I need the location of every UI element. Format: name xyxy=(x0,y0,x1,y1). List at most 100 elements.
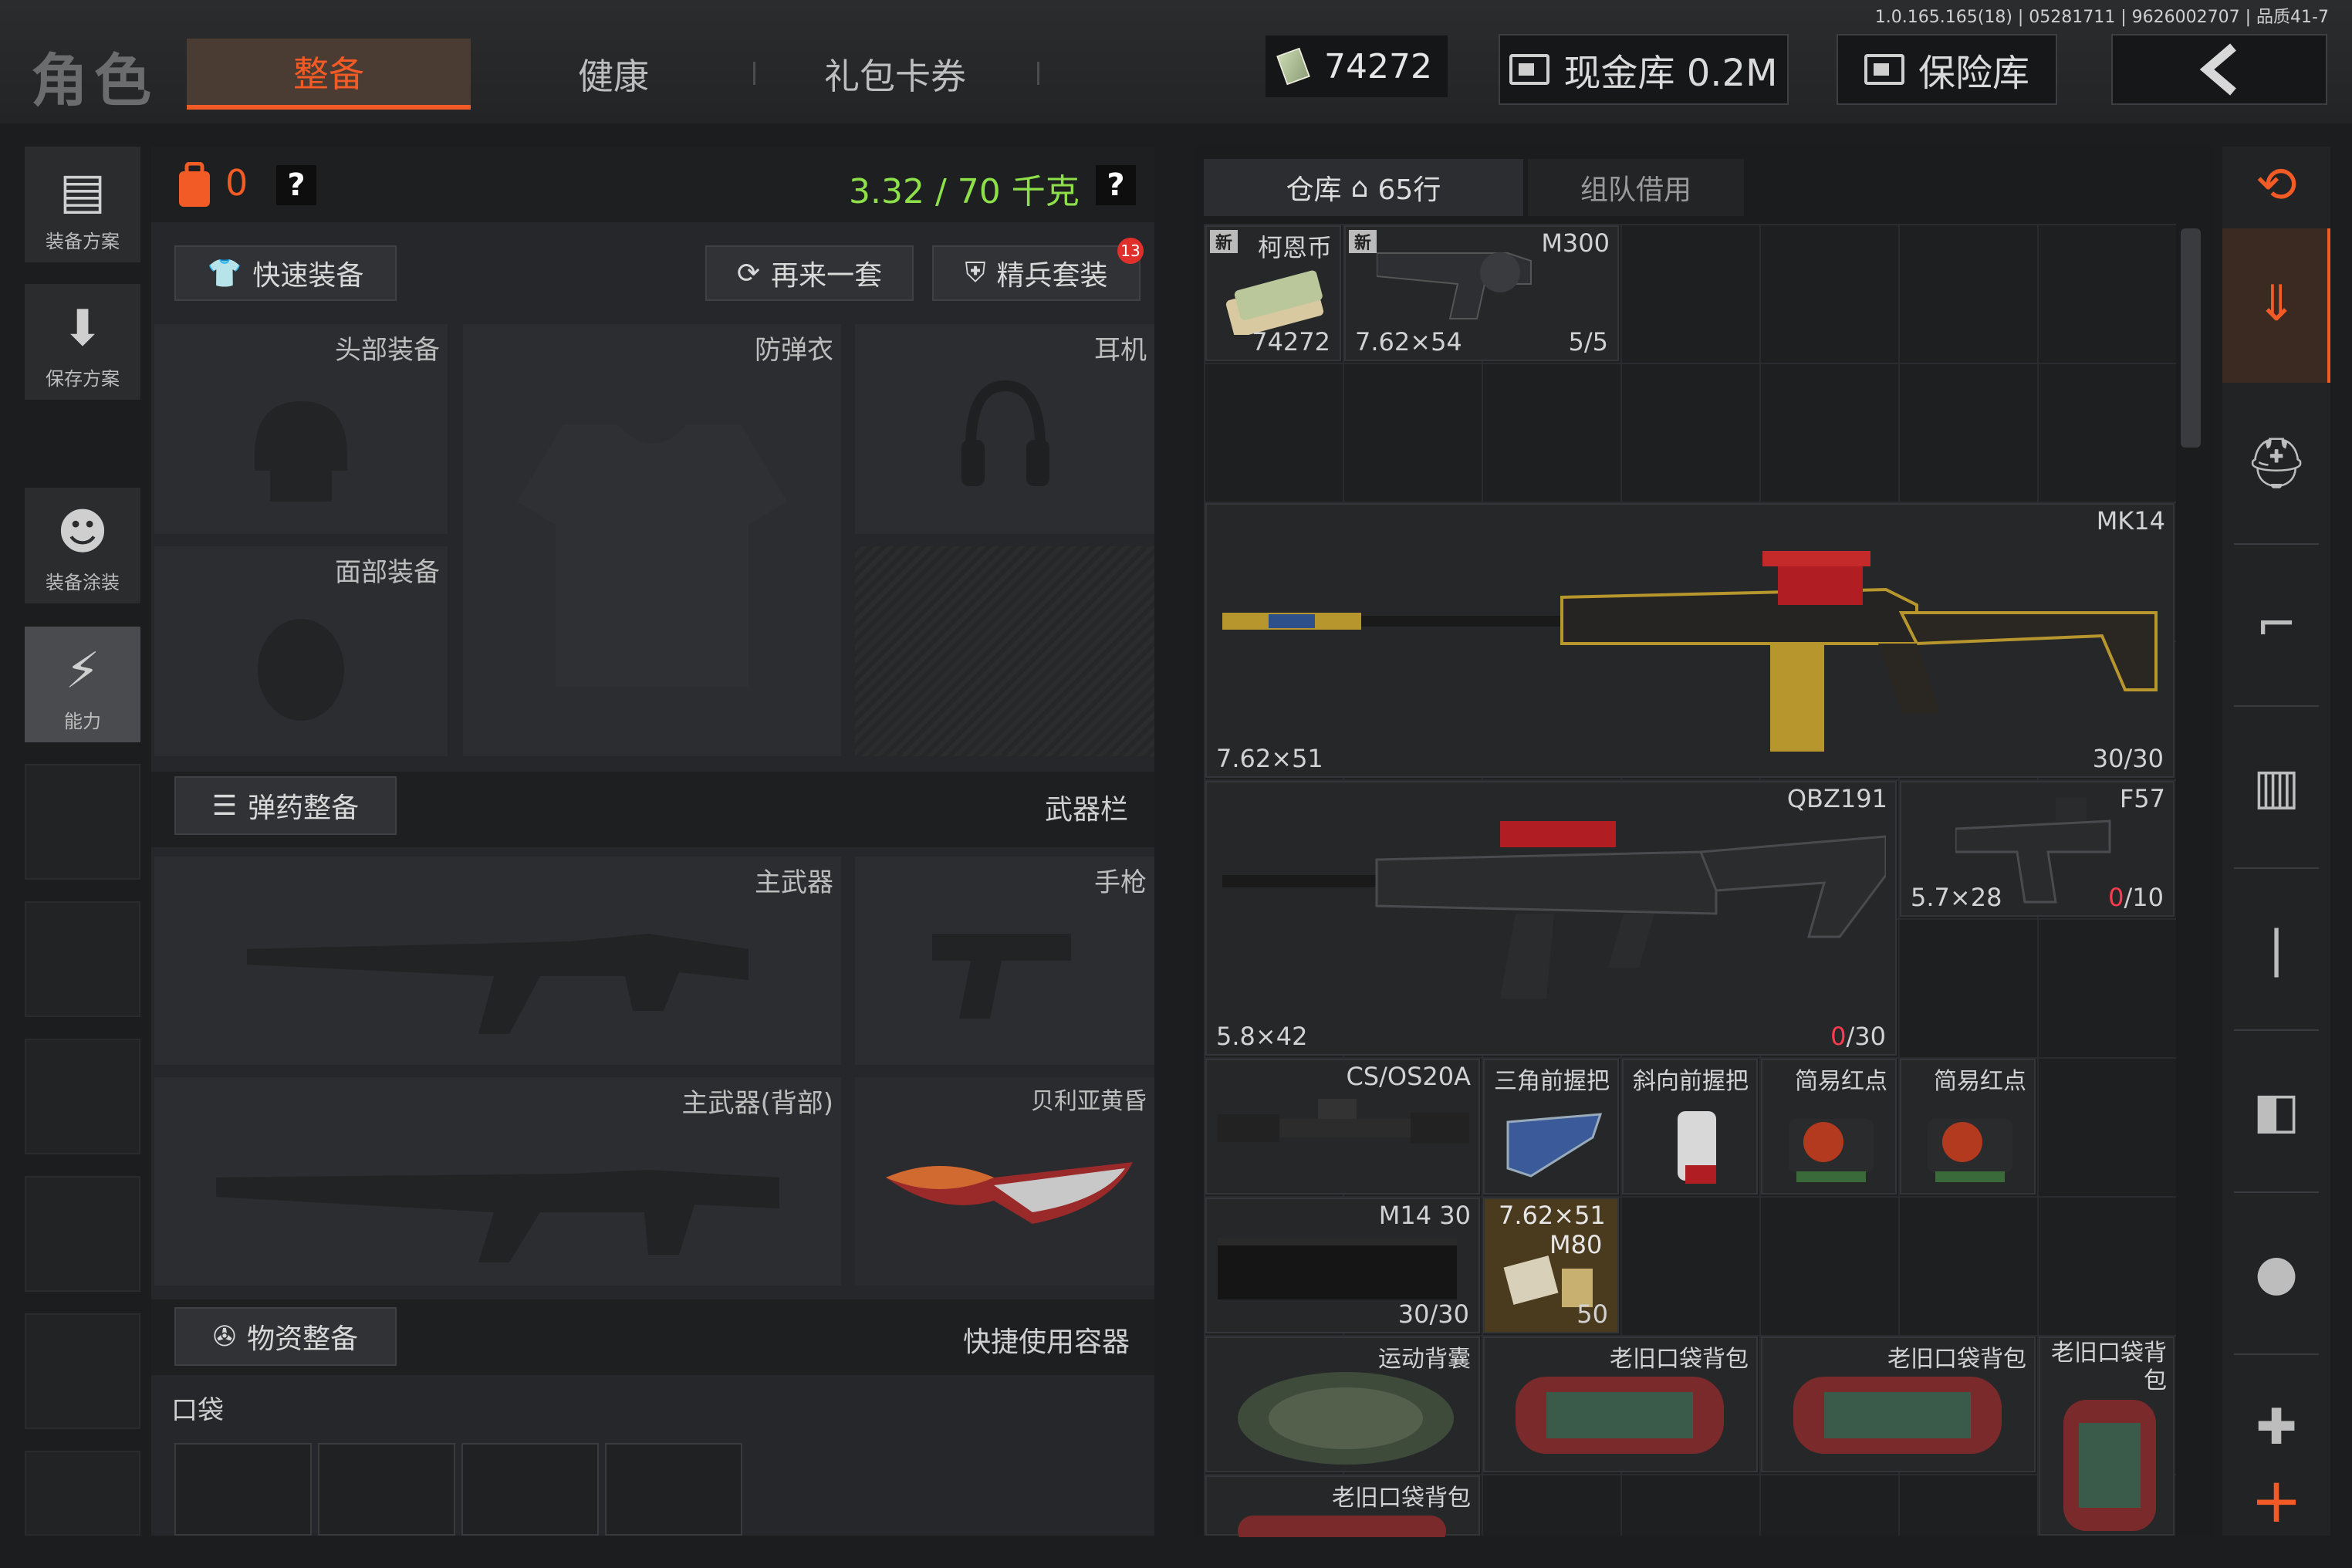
tab-equip[interactable]: 整备 xyxy=(187,39,471,110)
rail-divider xyxy=(2234,1029,2319,1031)
cash-vault-button[interactable]: 现金库 0.2M xyxy=(1499,34,1789,105)
currency-display: 74272 xyxy=(1266,35,1448,97)
melee-slot[interactable]: 贝利亚黄昏 xyxy=(855,1077,1154,1286)
shirt-icon: 👕 xyxy=(207,258,242,289)
item-sport-backpack[interactable]: 运动背囊 xyxy=(1205,1337,1480,1472)
ammo-equip-label: 弹药整备 xyxy=(248,792,360,824)
elite-set-button[interactable]: ⛨ 精兵套装 xyxy=(932,245,1141,301)
page-title: 角色 xyxy=(31,48,157,114)
item-old-pocket-backpack[interactable]: 老旧口袋背包 xyxy=(1205,1475,1480,1537)
sport-backpack-icon xyxy=(1238,1372,1454,1465)
ear-slot[interactable]: 耳机 xyxy=(855,324,1154,534)
safe-label: 保险库 xyxy=(1918,52,2029,95)
ammo-equip-button[interactable]: ☰ 弹药整备 xyxy=(174,776,397,835)
item-angled-grip[interactable]: 斜向前握把 xyxy=(1622,1059,1758,1195)
ammo-max: /10 xyxy=(2124,883,2164,912)
item-triangle-grip[interactable]: 三角前握把 xyxy=(1483,1059,1619,1195)
warehouse-label: 仓库 xyxy=(1286,174,1342,206)
triangle-grip-icon xyxy=(1506,1113,1603,1178)
sight-icon[interactable]: ◧ xyxy=(2238,1073,2315,1150)
currency-value: 74272 xyxy=(1324,46,1432,86)
equipment-skin-button[interactable]: ☻ 装备涂装 xyxy=(25,488,140,603)
bullet-icon[interactable]: ❘ xyxy=(2238,911,2315,988)
tab-divider xyxy=(753,62,755,85)
plus-icon[interactable]: + xyxy=(2238,1462,2315,1539)
ear-slot-label: 耳机 xyxy=(1094,335,1147,366)
new-tag: 新 xyxy=(1349,230,1377,253)
item-red-dot-2[interactable]: 简易红点 xyxy=(1900,1059,2036,1195)
weight-help-icon[interactable]: ? xyxy=(1096,165,1136,205)
melee-label: 贝利亚黄昏 xyxy=(1031,1088,1147,1115)
face-slot[interactable]: 面部装备 xyxy=(154,546,448,756)
item-m300[interactable]: 新 M300 7.62×54 5/5 xyxy=(1344,225,1619,361)
magazine-icon[interactable]: ▥ xyxy=(2238,749,2315,826)
item-coin[interactable]: 新 柯恩币 74272 xyxy=(1205,225,1341,361)
primary-weapon-label: 主武器 xyxy=(755,867,833,898)
rail-empty-slot xyxy=(25,901,140,1017)
grenade-icon: ✇ xyxy=(212,1320,237,1353)
pocket-slot[interactable] xyxy=(605,1443,742,1536)
item-name: 斜向前握把 xyxy=(1633,1068,1749,1095)
item-ammo: 0/30 xyxy=(1830,1022,1886,1051)
inventory-scrollbar[interactable] xyxy=(2181,228,2201,448)
pocket-slot[interactable] xyxy=(174,1443,312,1536)
item-qbz191[interactable]: QBZ191 5.8×42 0/30 xyxy=(1205,781,1897,1056)
back-button[interactable] xyxy=(2111,34,2327,105)
head-slot[interactable]: 头部装备 xyxy=(154,324,448,534)
armor-slot[interactable]: 防弹衣 xyxy=(463,324,841,756)
weight-readout: 3.32 / 70 千克 xyxy=(849,172,1080,211)
helmet-silhouette-icon xyxy=(255,401,347,502)
item-mk14[interactable]: MK14 7.62×51 30/30 xyxy=(1205,503,2175,778)
pocket-backpack-icon xyxy=(1793,1377,2002,1454)
primary-weapon-slot[interactable]: 主武器 xyxy=(154,857,841,1065)
ammo-current: 0 xyxy=(2108,883,2124,912)
magazine-icon xyxy=(1218,1238,1457,1299)
item-old-pocket-backpack[interactable]: 老旧口袋背包 xyxy=(1761,1337,2036,1472)
rail-empty-slot xyxy=(25,764,140,880)
pocket-slot[interactable] xyxy=(318,1443,455,1536)
save-plan-button[interactable]: ⬇ 保存方案 xyxy=(25,284,140,400)
rifle-icon[interactable]: ⌐ xyxy=(2238,586,2315,664)
item-old-pocket-backpack-vertical[interactable]: 老旧口袋背包 xyxy=(2039,1337,2175,1536)
helmet-icon[interactable]: ⛑ xyxy=(2238,424,2315,502)
ability-label: 能力 xyxy=(64,711,101,732)
safe-button[interactable]: 保险库 xyxy=(1837,34,2057,105)
armor-slot-label: 防弹衣 xyxy=(755,335,833,366)
again-set-button[interactable]: ⟳ 再来一套 xyxy=(705,245,914,301)
item-count: 74272 xyxy=(1252,327,1330,357)
item-ammo-m80[interactable]: 7.62×51 M80 50 xyxy=(1483,1198,1619,1333)
help-icon[interactable]: ? xyxy=(276,165,316,205)
item-scope-csos20a[interactable]: CS/OS20A xyxy=(1205,1059,1480,1195)
item-m14-magazine[interactable]: M14 30 30/30 xyxy=(1205,1198,1480,1333)
tab-gift-vouchers[interactable]: 礼包卡券 xyxy=(803,39,988,110)
tab-warehouse[interactable]: 仓库 ⌂ 65行 xyxy=(1204,159,1523,216)
pocket-slot[interactable] xyxy=(461,1443,599,1536)
item-name: 老旧口袋背包 xyxy=(2051,1340,2167,1394)
quick-equip-button[interactable]: 👕 快速装备 xyxy=(174,245,397,301)
loadout-plan-button[interactable]: ▤ 装备方案 xyxy=(25,147,140,262)
banknote-stack-icon xyxy=(1225,270,1324,335)
tab-health[interactable]: 健康 xyxy=(525,39,702,110)
item-caliber: 5.8×42 xyxy=(1216,1022,1308,1051)
stack-refresh-icon[interactable]: ⟲ xyxy=(2238,147,2315,224)
stack-download-icon: ⇓ xyxy=(2256,275,2297,333)
shield-icon: ⛨ xyxy=(965,257,986,289)
revolver-icon xyxy=(1377,252,1532,319)
primary-back-slot[interactable]: 主武器(背部) xyxy=(154,1077,841,1286)
backpack-count: 0 xyxy=(225,162,248,204)
item-count: 50 xyxy=(1576,1299,1608,1329)
item-name: 三角前握把 xyxy=(1494,1068,1610,1095)
grenade-icon[interactable]: ● xyxy=(2238,1235,2315,1312)
item-old-pocket-backpack[interactable]: 老旧口袋背包 xyxy=(1483,1337,1758,1472)
tab-team-borrow[interactable]: 组队借用 xyxy=(1528,159,1744,216)
pocket-label: 口袋 xyxy=(171,1395,224,1426)
pistol-slot[interactable]: 手枪 xyxy=(855,857,1154,1065)
supply-equip-button[interactable]: ✇ 物资整备 xyxy=(174,1307,397,1366)
item-caliber: 7.62×51 xyxy=(1216,744,1323,773)
soldier-mask-icon: ☻ xyxy=(56,504,109,561)
item-red-dot-1[interactable]: 简易红点 xyxy=(1761,1059,1897,1195)
medkit-icon[interactable]: ✚ xyxy=(2238,1389,2315,1466)
new-tag: 新 xyxy=(1210,230,1238,253)
item-f57[interactable]: F57 5.7×28 0/10 xyxy=(1900,781,2175,917)
ability-button[interactable]: ⚡ 能力 xyxy=(25,627,140,742)
